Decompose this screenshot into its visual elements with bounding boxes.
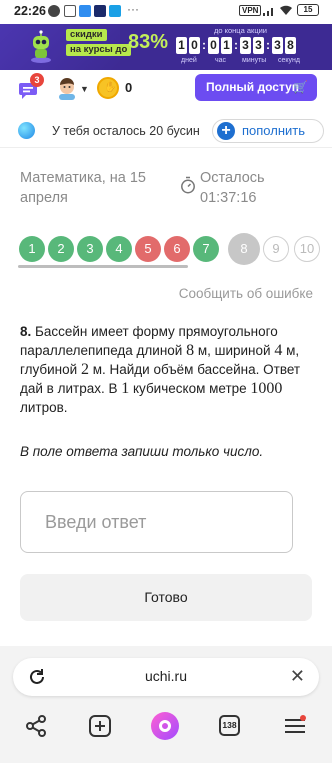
full-access-label: Полный доступ [206, 80, 300, 94]
countdown-digit: 1 [176, 37, 187, 54]
assistant-icon[interactable] [151, 712, 179, 740]
promo-banner[interactable]: скидки на курсы до 83% до конца акции 1 … [0, 24, 332, 70]
countdown-label-hours: час [215, 57, 227, 64]
refill-button[interactable]: + пополнить [212, 119, 324, 143]
coin-count: 0 [125, 80, 133, 95]
vpn-badge: VPN [239, 5, 262, 16]
answer-hint: В поле ответа запиши только число. [20, 444, 264, 459]
time-remaining-value: 01:37:16 [200, 190, 257, 206]
bead-icon [18, 122, 35, 139]
report-error-link[interactable]: Сообщить об ошибке [179, 286, 313, 301]
notification-icon [48, 5, 60, 17]
countdown-digit: 8 [285, 37, 296, 54]
promo-tag-discount: скидки [66, 29, 107, 41]
question-circle-1[interactable]: 1 [19, 236, 45, 262]
time-remaining-label: Осталось [200, 170, 265, 186]
question-progress-line [18, 265, 188, 268]
countdown-digit: 3 [272, 37, 283, 54]
question-circle-2[interactable]: 2 [48, 236, 74, 262]
full-access-button[interactable]: Полный доступ 🛒 [195, 74, 317, 101]
question-circle-6[interactable]: 6 [164, 236, 190, 262]
signal-icon [263, 8, 273, 16]
battery-icon: 15 [297, 4, 319, 16]
countdown-digit: 3 [253, 37, 264, 54]
question-circle-9[interactable]: 9 [263, 236, 289, 262]
countdown-digit: 3 [240, 37, 251, 54]
question-circle-8[interactable]: 8 [228, 233, 260, 265]
time-remaining: Осталось 01:37:16 [200, 168, 310, 208]
cart-icon: 🛒 [293, 80, 308, 94]
promo-tag-courses: на курсы до [66, 44, 132, 56]
countdown-digit: 0 [189, 37, 200, 54]
avatar[interactable] [56, 76, 78, 100]
countdown-label-days: дней [181, 57, 197, 64]
address-bar[interactable]: uchi.ru ✕ [13, 658, 319, 696]
chevron-down-icon[interactable]: ▼ [80, 84, 89, 94]
share-icon[interactable] [24, 714, 48, 738]
countdown-label-minutes: минуты [242, 57, 267, 64]
tabs-counter[interactable]: 138 [219, 715, 240, 736]
stopwatch-icon [181, 176, 195, 194]
question-number: 8. [20, 324, 32, 339]
wifi-icon [280, 5, 292, 15]
submit-button[interactable]: Готово [20, 574, 312, 621]
mute-icon [64, 5, 76, 17]
question-circle-4[interactable]: 4 [106, 236, 132, 262]
more-dots: ··· [127, 2, 139, 16]
app-icon [109, 5, 121, 17]
app-icon [94, 5, 106, 17]
countdown-digit: 1 [221, 37, 232, 54]
new-tab-icon[interactable] [88, 714, 112, 738]
beads-bar: У тебя осталось 20 бусин + пополнить [0, 112, 332, 148]
url-text: uchi.ru [144, 668, 188, 684]
status-time: 22:26 [14, 4, 46, 18]
question-text: 8. Бассейн имеет форму прямоугольного па… [20, 324, 301, 415]
notification-badge: 3 [30, 73, 44, 87]
plus-icon: + [217, 122, 235, 140]
status-bar: 22:26 ··· VPN 15 [0, 0, 332, 24]
question-circle-5[interactable]: 5 [135, 236, 161, 262]
coin-icon[interactable]: ✋ [97, 77, 119, 99]
question-circle-7[interactable]: 7 [193, 236, 219, 262]
close-icon[interactable]: ✕ [290, 666, 305, 687]
refill-label: пополнить [242, 123, 306, 138]
countdown-digit: 0 [208, 37, 219, 54]
answer-input[interactable]: Введи ответ [20, 491, 293, 553]
browser-toolbar: uchi.ru ✕ 138 [0, 646, 332, 763]
app-icon [79, 5, 91, 17]
lesson-subject: Математика, на 15 апреля [20, 170, 146, 206]
menu-icon[interactable] [283, 714, 307, 738]
countdown-label-seconds: секунд [278, 57, 300, 64]
beads-remaining: У тебя осталось 20 бусин [52, 124, 200, 138]
top-bar: 3 ▼ ✋ 0 Полный доступ 🛒 [0, 70, 332, 106]
question-circle-10[interactable]: 10 [294, 236, 320, 262]
promo-percent: 83% [128, 31, 169, 53]
countdown-title: до конца акции [214, 26, 267, 35]
question-circle-3[interactable]: 3 [77, 236, 103, 262]
robot-icon [31, 30, 51, 63]
